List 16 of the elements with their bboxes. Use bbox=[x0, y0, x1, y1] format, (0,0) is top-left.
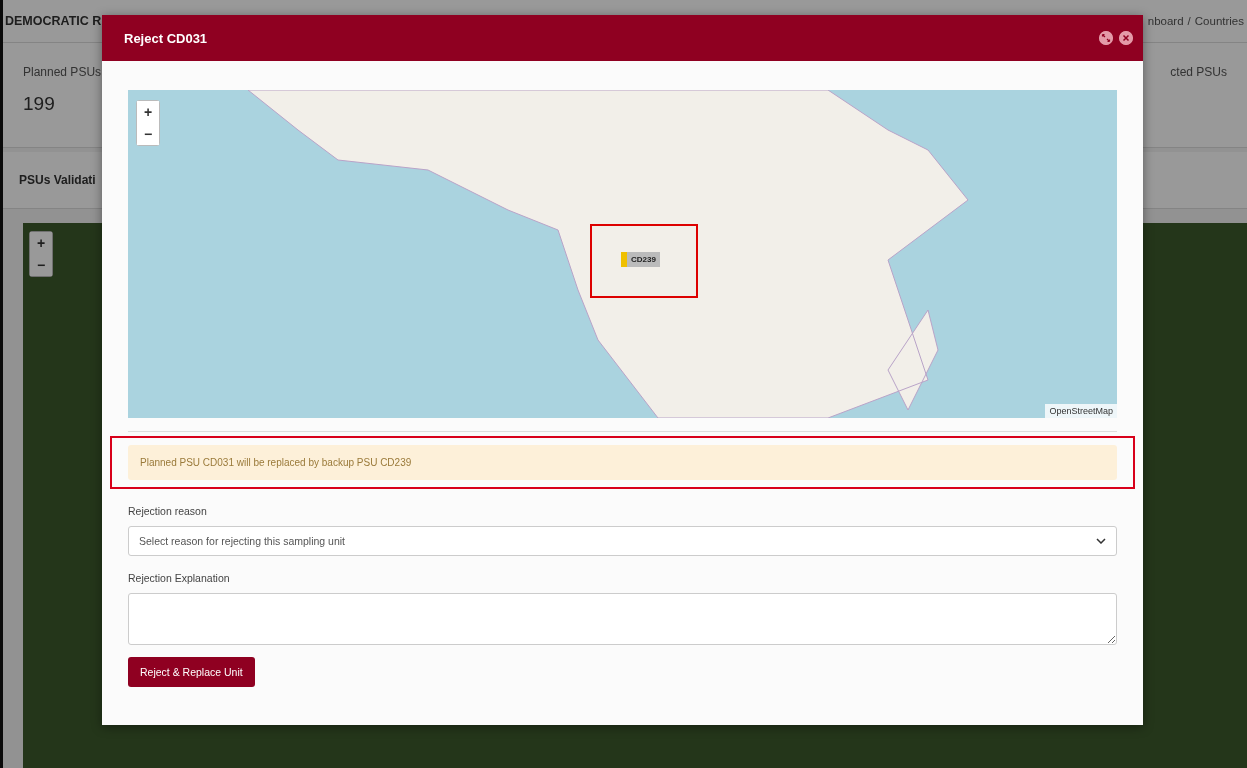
field-label: Rejection reason bbox=[128, 505, 208, 517]
breadcrumb-link[interactable]: nboard bbox=[1147, 15, 1184, 27]
section-title: PSUs Validati bbox=[19, 173, 96, 187]
psu-marker[interactable]: CD239 bbox=[621, 252, 660, 267]
stat-value: 199 bbox=[23, 93, 56, 115]
stat-label: Planned PSUs bbox=[23, 65, 102, 79]
breadcrumb-separator: / bbox=[1187, 15, 1191, 27]
breadcrumb-link[interactable]: Countries bbox=[1194, 15, 1244, 27]
reason-select[interactable]: Select reason for rejecting this sampling unit bbox=[128, 526, 1117, 556]
page-title: DEMOCRATIC R bbox=[5, 14, 102, 28]
dialog-title: Reject CD031 bbox=[124, 30, 208, 46]
reject-replace-button[interactable]: Reject & Replace Unit bbox=[128, 657, 255, 687]
stat-label: cted PSUs bbox=[1170, 65, 1227, 79]
field-label: Rejection Explanation bbox=[128, 572, 231, 584]
replacement-alert: Planned PSU CD031 will be replaced by backup PSU CD239 bbox=[128, 445, 1117, 480]
map-attribution[interactable]: OpenStreetMap bbox=[1045, 404, 1117, 418]
